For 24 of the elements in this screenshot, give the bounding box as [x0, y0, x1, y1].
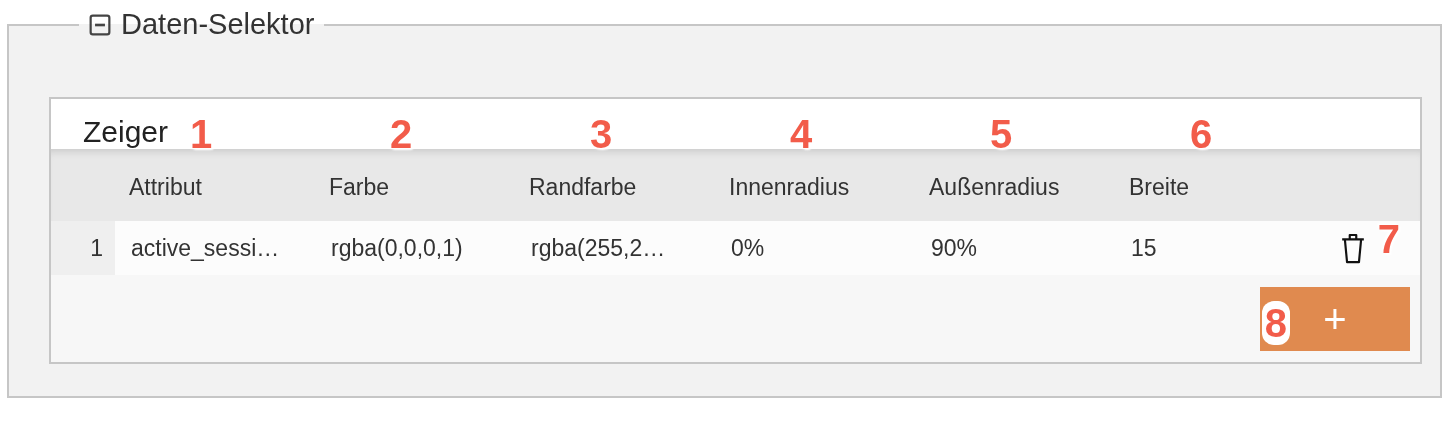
column-header: Randfarbe	[529, 174, 637, 200]
callout-number: 5	[990, 114, 1013, 154]
table-cell: rgba(255,2…	[531, 234, 666, 261]
row-number: 1	[90, 234, 103, 262]
column-header: Breite	[1129, 174, 1190, 200]
callout-number: 4	[790, 114, 813, 154]
table-cell: 0%	[731, 234, 765, 261]
callout-number: 6	[1190, 114, 1213, 154]
table-cell: active_sessi…	[131, 234, 280, 261]
trash-icon[interactable]	[1340, 231, 1366, 265]
table-cell: 90%	[931, 234, 978, 261]
section-title: Zeiger	[83, 115, 169, 149]
collapse-icon[interactable]	[89, 13, 111, 36]
column-header: Farbe	[329, 174, 390, 200]
table-cell: rgba(0,0,0,1)	[331, 234, 463, 261]
table-cell: 15	[1131, 234, 1157, 261]
column-header: Attribut	[129, 174, 202, 200]
callout-number: 7	[1377, 219, 1400, 259]
column-header: Außenradius	[929, 174, 1060, 200]
callout-number: 3	[590, 114, 613, 154]
column-header: Innenradius	[729, 174, 850, 200]
callout-number: 1	[190, 114, 213, 154]
panel-title: Daten-Selektor	[121, 8, 315, 41]
callout-number: 2	[390, 114, 413, 154]
